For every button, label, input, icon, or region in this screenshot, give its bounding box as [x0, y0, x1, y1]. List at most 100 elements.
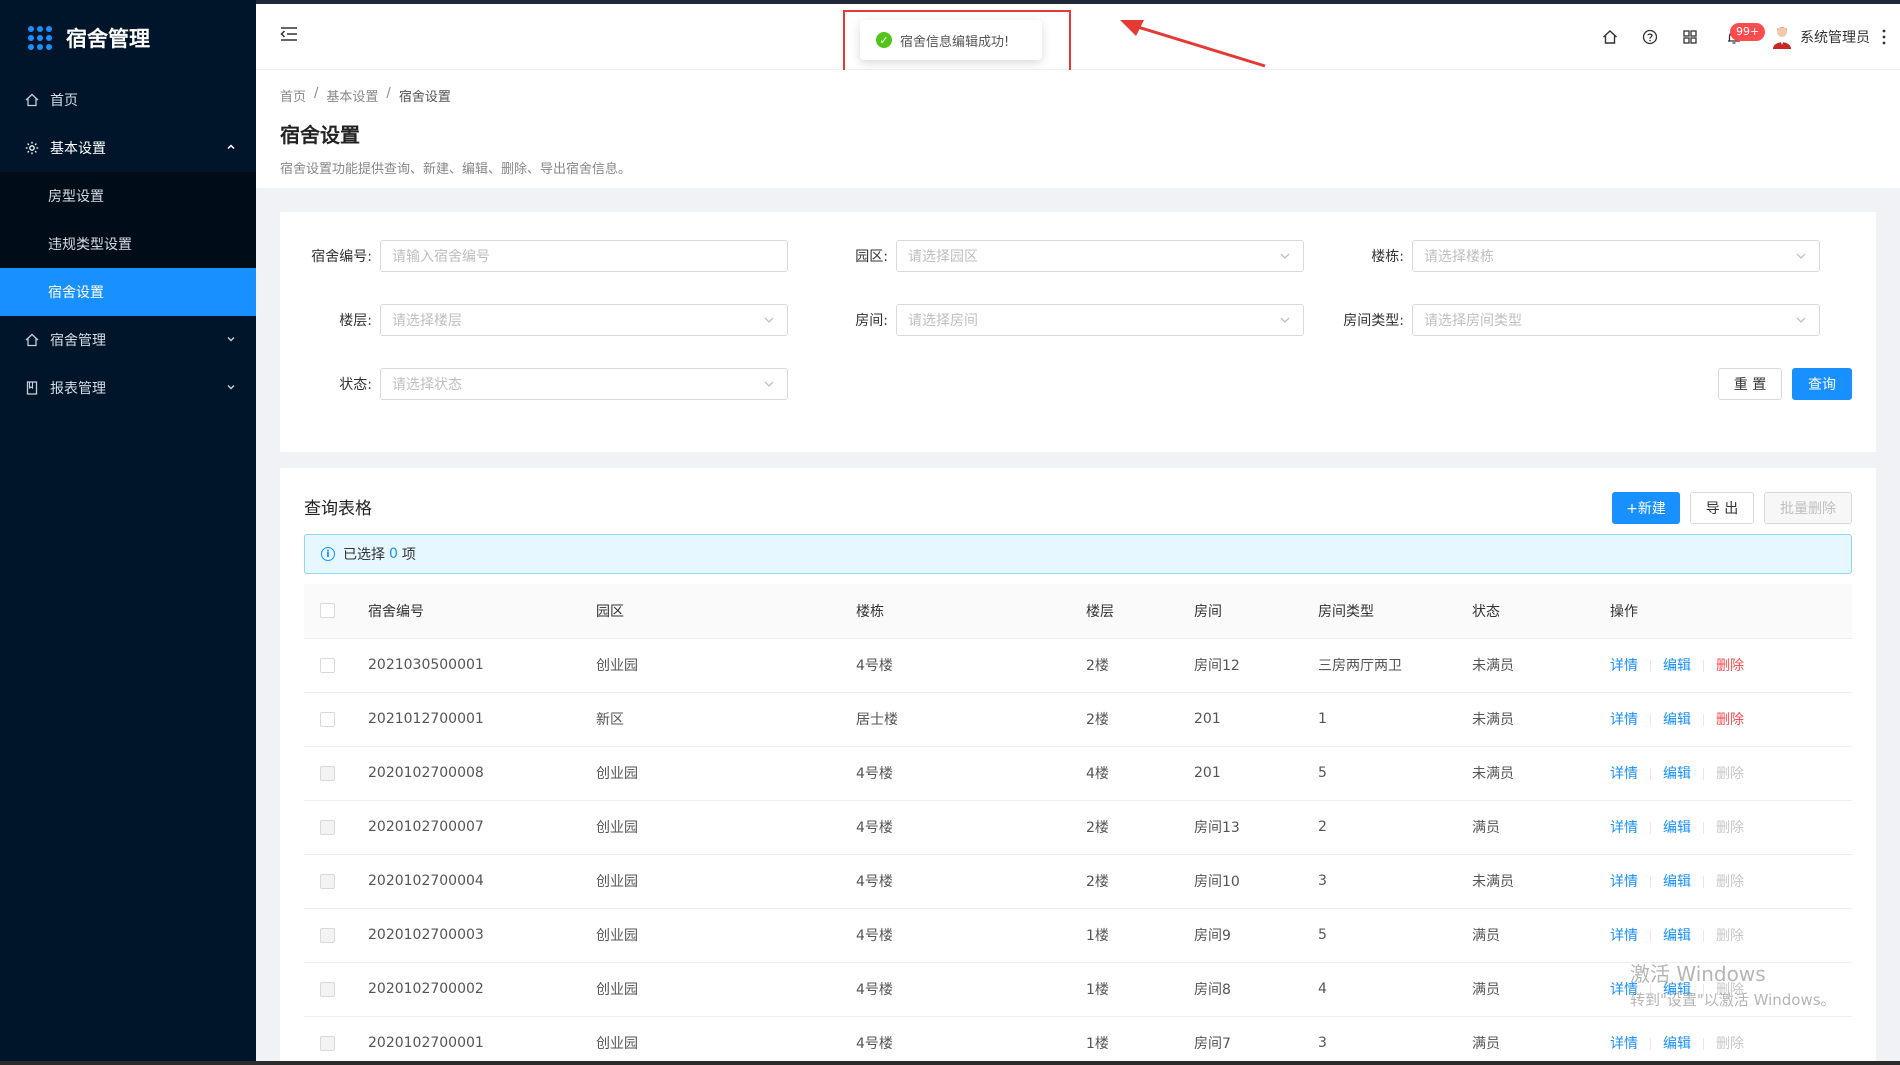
delete-link: 删除: [1716, 1036, 1744, 1052]
detail-link[interactable]: 详情: [1610, 874, 1638, 890]
app-logo[interactable]: 宿舍管理: [0, 0, 256, 76]
column-header: 操作: [1610, 584, 1852, 639]
notification-badge: 99+: [1730, 23, 1766, 41]
delete-link: 删除: [1716, 820, 1744, 836]
row-checkbox[interactable]: [320, 1035, 335, 1051]
sidebar-item-basic-settings[interactable]: 基本设置: [0, 124, 256, 172]
column-header: 宿舍编号: [368, 584, 596, 639]
edit-link[interactable]: 编辑: [1663, 928, 1691, 944]
success-toast: ✓ 宿舍信息编辑成功!: [860, 20, 1042, 60]
column-header: 楼栋: [856, 584, 1086, 639]
row-select-cell: [304, 962, 368, 1017]
search-form: 宿舍编号: 请输入宿舍编号 园区: 请选择园区 楼栋: 请选择楼栋 楼层: 请选…: [280, 212, 1876, 452]
action-divider: [1703, 930, 1704, 942]
breadcrumb-home[interactable]: 首页: [280, 86, 306, 105]
detail-link[interactable]: 详情: [1610, 1036, 1638, 1052]
delete-link[interactable]: 删除: [1716, 658, 1744, 674]
toast-message: 宿舍信息编辑成功!: [900, 34, 1010, 50]
building-select[interactable]: 请选择楼栋: [1412, 240, 1820, 272]
select-all-checkbox[interactable]: [320, 603, 335, 619]
cell-status: 未满员: [1472, 746, 1610, 801]
action-divider: [1650, 822, 1651, 834]
more-icon[interactable]: [1876, 17, 1892, 57]
cell-building: 4号楼: [856, 746, 1086, 801]
windows-activation-watermark: 激活 Windows 转到"设置"以激活 Windows。: [1630, 958, 1836, 1010]
table-row: 2021030500001 创业园 4号楼 2楼 房间12 三房两厅两卫 未满员 详情 编辑 删除: [304, 638, 1852, 693]
room-select[interactable]: 请选择房间: [896, 304, 1304, 336]
app-title: 宿舍管理: [66, 27, 150, 51]
watermark-line1: 激活 Windows: [1630, 962, 1766, 986]
sidebar-item-room-type-settings[interactable]: 房型设置: [0, 172, 256, 220]
delete-link: 删除: [1716, 766, 1744, 782]
cell-building: 4号楼: [856, 962, 1086, 1017]
row-checkbox[interactable]: [320, 657, 335, 673]
delete-link[interactable]: 删除: [1716, 712, 1744, 728]
sidebar-item-home[interactable]: 首页: [0, 76, 256, 124]
floor-select[interactable]: 请选择楼层: [380, 304, 788, 336]
cell-actions: 详情 编辑 删除: [1610, 908, 1852, 963]
cell-park: 创业园: [596, 800, 856, 855]
reset-button[interactable]: 重 置: [1718, 368, 1782, 400]
detail-link[interactable]: 详情: [1610, 712, 1638, 728]
field-park: 园区: 请选择园区: [796, 240, 1304, 272]
sidebar-item-label: 基本设置: [50, 141, 106, 157]
home-icon[interactable]: [1590, 17, 1630, 57]
help-icon[interactable]: [1630, 17, 1670, 57]
row-checkbox[interactable]: [320, 765, 335, 781]
room-type-select[interactable]: 请选择房间类型: [1412, 304, 1820, 336]
field-room: 房间: 请选择房间: [796, 304, 1304, 336]
sidebar-item-dorm-settings[interactable]: 宿舍设置: [0, 268, 256, 316]
cell-status: 未满员: [1472, 854, 1610, 909]
cell-status: 未满员: [1472, 692, 1610, 747]
detail-link[interactable]: 详情: [1610, 820, 1638, 836]
breadcrumb-basic-settings[interactable]: 基本设置: [326, 86, 378, 105]
sidebar-item-dorm-management[interactable]: 宿舍管理: [0, 316, 256, 364]
edit-link[interactable]: 编辑: [1663, 658, 1691, 674]
edit-link[interactable]: 编辑: [1663, 874, 1691, 890]
park-select[interactable]: 请选择园区: [896, 240, 1304, 272]
sidebar-item-report-management[interactable]: 报表管理: [0, 364, 256, 412]
field-floor: 楼层: 请选择楼层: [280, 304, 788, 336]
page-title: 宿舍设置: [280, 123, 360, 147]
action-divider: [1703, 660, 1704, 672]
row-checkbox[interactable]: [320, 927, 335, 943]
action-divider: [1703, 714, 1704, 726]
dorm-number-input[interactable]: 请输入宿舍编号: [380, 240, 788, 272]
menu-fold-icon[interactable]: [280, 26, 298, 46]
edit-link[interactable]: 编辑: [1663, 712, 1691, 728]
edit-link[interactable]: 编辑: [1663, 766, 1691, 782]
new-button[interactable]: +新建: [1612, 492, 1680, 524]
row-checkbox[interactable]: [320, 711, 335, 727]
column-header: 状态: [1472, 584, 1610, 639]
query-button[interactable]: 查询: [1792, 368, 1852, 400]
row-checkbox[interactable]: [320, 819, 335, 835]
cell-dorm-number: 2020102700007: [368, 800, 596, 855]
sidebar: 宿舍管理 首页 基本设置 房型设置 违规类型设置 宿舍设置 宿舍管理 报表管理: [0, 0, 256, 1065]
cell-dorm-number: 2020102700003: [368, 908, 596, 963]
export-button[interactable]: 导 出: [1690, 492, 1754, 524]
detail-link[interactable]: 详情: [1610, 658, 1638, 674]
sidebar-item-label: 宿舍设置: [48, 285, 104, 301]
sidebar-item-violation-type-settings[interactable]: 违规类型设置: [0, 220, 256, 268]
row-checkbox[interactable]: [320, 981, 335, 997]
cell-status: 未满员: [1472, 638, 1610, 693]
edit-link[interactable]: 编辑: [1663, 1036, 1691, 1052]
row-checkbox[interactable]: [320, 873, 335, 889]
action-divider: [1650, 876, 1651, 888]
field-label: 房间类型:: [1343, 313, 1404, 329]
cell-room-type: 5: [1318, 746, 1472, 801]
detail-link[interactable]: 详情: [1610, 928, 1638, 944]
cell-park: 创业园: [596, 746, 856, 801]
column-header: 房间: [1194, 584, 1318, 639]
cell-dorm-number: 2020102700008: [368, 746, 596, 801]
user-menu[interactable]: 系统管理员: [1772, 25, 1870, 49]
page-description: 宿舍设置功能提供查询、新建、编辑、删除、导出宿舍信息。: [280, 162, 632, 177]
dorm-table: 宿舍编号 园区 楼栋 楼层 房间 房间类型 状态 操作 202103050000…: [304, 584, 1852, 1065]
batch-delete-button[interactable]: 批量删除: [1764, 492, 1852, 524]
status-select[interactable]: 请选择状态: [380, 368, 788, 400]
edit-link[interactable]: 编辑: [1663, 820, 1691, 836]
detail-link[interactable]: 详情: [1610, 766, 1638, 782]
grid-icon[interactable]: [1670, 17, 1710, 57]
row-select-cell: [304, 638, 368, 693]
bell-icon[interactable]: 99+: [1710, 17, 1766, 57]
